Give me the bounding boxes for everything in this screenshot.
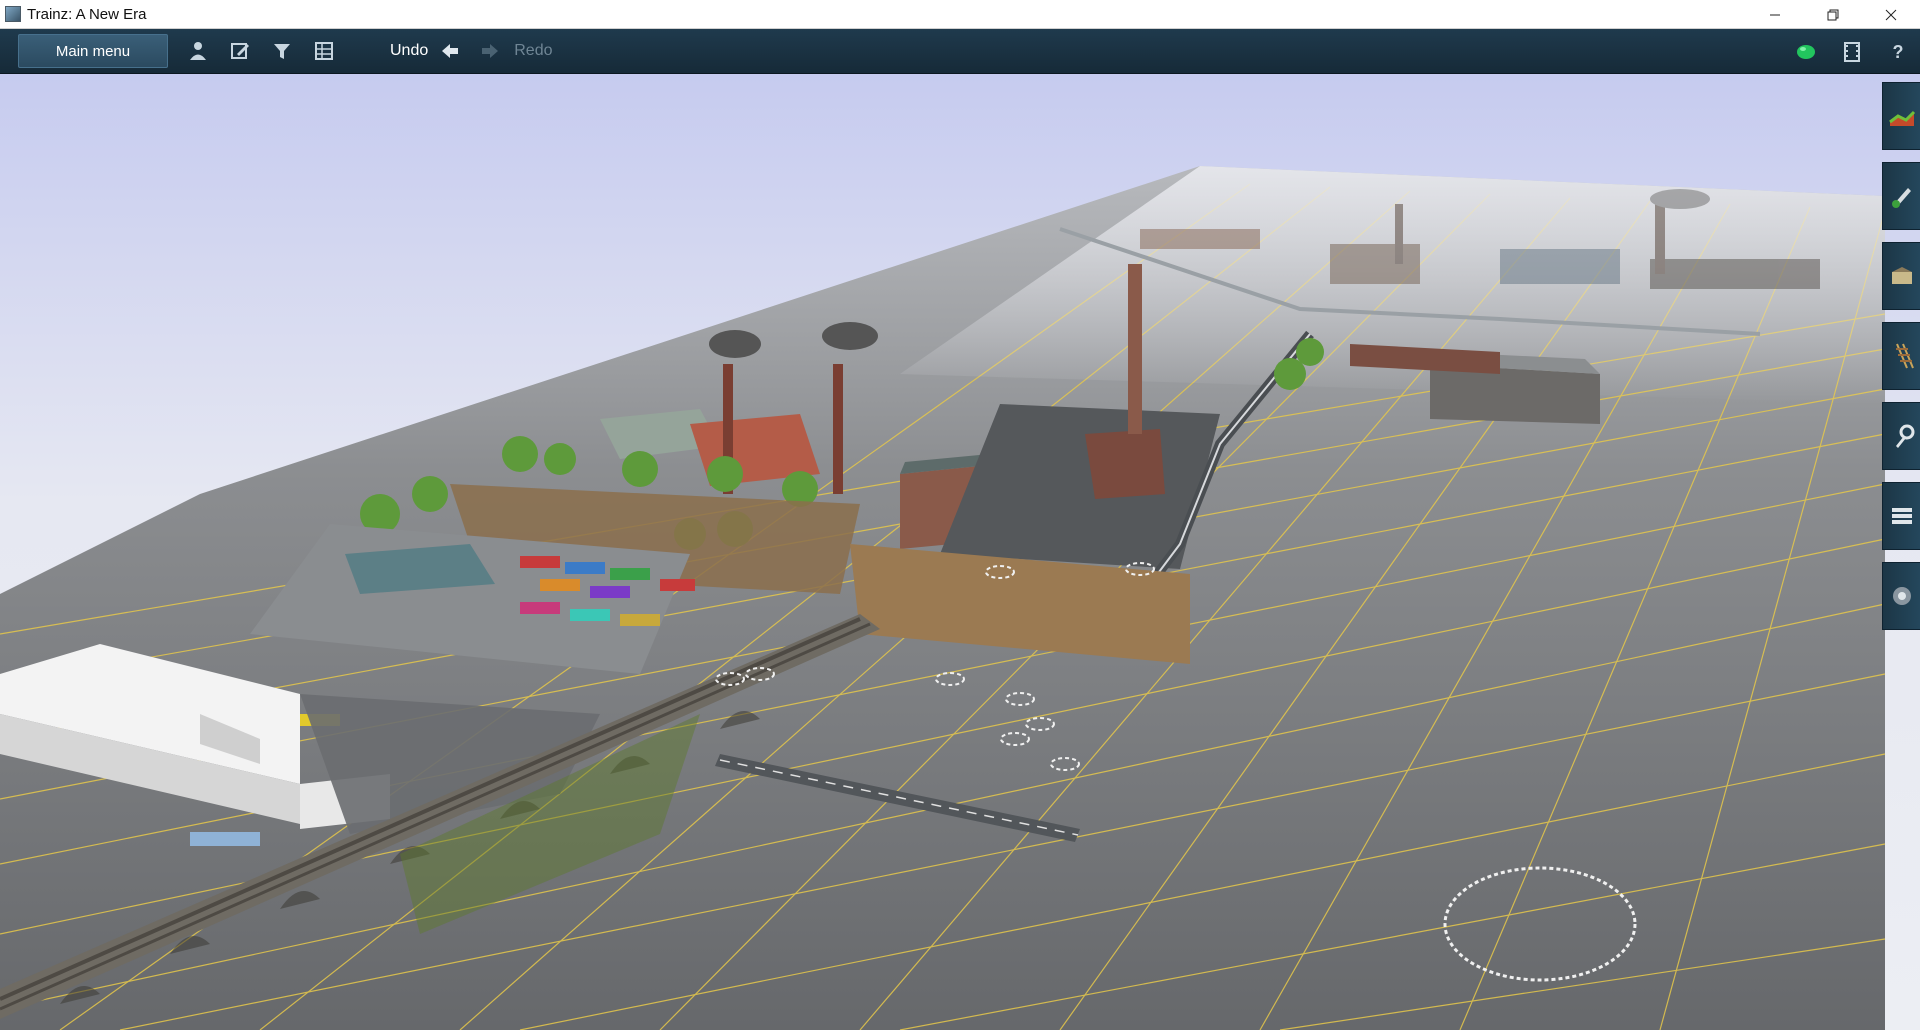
driver-button[interactable] xyxy=(180,33,216,69)
wrench-tool-tab[interactable] xyxy=(1882,402,1920,470)
camera-tool-icon xyxy=(1892,587,1911,605)
undo-label[interactable]: Undo xyxy=(390,42,428,60)
grid-button[interactable] xyxy=(306,33,342,69)
warehouse xyxy=(1430,364,1600,424)
window-titlebar: Trainz: A New Era xyxy=(0,0,1920,29)
grid-icon xyxy=(315,42,333,60)
filter-button[interactable] xyxy=(264,33,300,69)
track-tool-tab[interactable] xyxy=(1882,322,1920,390)
restore-button[interactable] xyxy=(1804,0,1862,29)
help-button[interactable]: ? xyxy=(1880,34,1916,70)
paint-tool-icon xyxy=(1891,188,1911,208)
objects-tool-icon xyxy=(1891,267,1912,284)
film-button[interactable] xyxy=(1834,34,1870,70)
svg-text:?: ? xyxy=(1893,42,1904,62)
undo-button[interactable] xyxy=(432,33,468,69)
tool-palette xyxy=(1882,82,1920,630)
help-icon: ? xyxy=(1893,42,1904,62)
paint-tool-tab[interactable] xyxy=(1882,162,1920,230)
redo-label[interactable]: Redo xyxy=(514,42,552,60)
layers-tool-tab[interactable] xyxy=(1882,482,1920,550)
driver-icon xyxy=(190,42,206,60)
toolbar-right: ? xyxy=(1782,29,1920,74)
minimize-button[interactable] xyxy=(1746,0,1804,29)
close-button[interactable] xyxy=(1862,0,1920,29)
close-icon xyxy=(1885,9,1897,20)
filter-icon xyxy=(274,44,290,59)
terrain-tool-tab[interactable] xyxy=(1882,82,1920,150)
world-viewport[interactable] xyxy=(0,74,1920,1030)
undo-arrow-icon xyxy=(442,44,459,58)
app-icon xyxy=(5,6,21,22)
status-light-icon xyxy=(1797,44,1815,59)
main-menu-button[interactable]: Main menu xyxy=(18,34,168,68)
camera-tool-tab[interactable] xyxy=(1882,562,1920,630)
edit-button[interactable] xyxy=(222,33,258,69)
status-light[interactable] xyxy=(1788,34,1824,70)
window-controls xyxy=(1746,0,1920,29)
scene-render[interactable] xyxy=(0,74,1920,1030)
restore-icon xyxy=(1827,9,1839,20)
film-icon xyxy=(1844,41,1860,62)
redo-arrow-icon xyxy=(482,44,499,58)
wrench-tool-icon xyxy=(1895,424,1914,448)
objects-tool-tab[interactable] xyxy=(1882,242,1920,310)
minimize-icon xyxy=(1770,14,1780,15)
track-tool-icon xyxy=(1895,343,1914,369)
surveyor-toolbar: Main menu Undo Redo ? xyxy=(0,29,1920,74)
edit-icon xyxy=(231,43,249,59)
layers-tool-icon xyxy=(1891,508,1912,524)
redo-button[interactable] xyxy=(472,33,508,69)
terrain-tool-icon xyxy=(1888,110,1915,126)
window-title: Trainz: A New Era xyxy=(27,5,147,23)
